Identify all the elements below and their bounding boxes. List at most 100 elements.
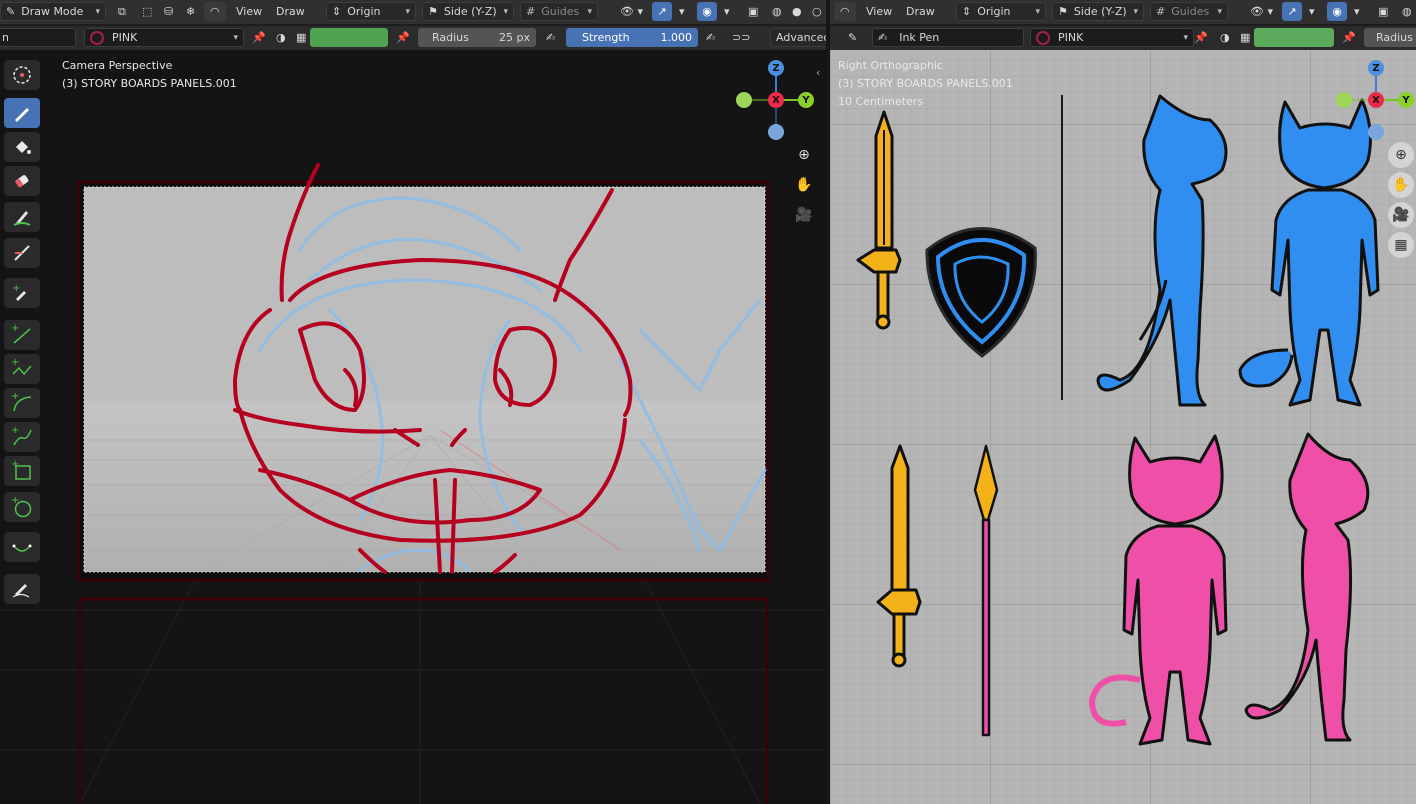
grid-icon[interactable]: ▦ [1388,232,1414,258]
tool-annotate[interactable] [4,574,40,604]
overlay-toggle-icon[interactable]: ◉ [697,2,717,21]
chevron-down-icon[interactable]: ▾ [1348,2,1364,21]
shading-material-icon[interactable]: ○ [806,2,826,21]
gizmo-y-axis[interactable]: Y [1398,92,1414,108]
eyedropper-icon: + [12,283,26,301]
chevron-down-icon[interactable]: ▾ [673,2,689,21]
pencil-icon[interactable]: ✎ [842,28,864,47]
axis-dropdown[interactable]: ⚑ Side (Y-Z) ▾ [422,2,514,21]
axis-dropdown[interactable]: ⚑ Side (Y-Z) ▾ [1052,2,1144,21]
palette-icon[interactable]: ▦ [290,28,308,47]
radius-field[interactable]: Radius [1364,28,1416,47]
tool-circle[interactable]: + [4,492,40,522]
visibility-icon[interactable]: 👁 ▾ [1244,2,1278,21]
gizmo-toggle-icon[interactable]: ↗ [652,2,672,21]
view-name-label: Camera Perspective [62,59,173,72]
guides-dropdown[interactable]: # Guides ▾ [1150,2,1228,21]
navigation-gizmo[interactable]: Z X Y [1332,58,1416,142]
gizmo-x-axis[interactable]: X [1368,92,1384,108]
menu-view[interactable]: View [860,2,900,21]
navigation-gizmo[interactable]: Z X Y [732,58,816,142]
tool-line[interactable]: + [4,320,40,350]
mode-dropdown[interactable]: ✎ Draw Mode ▾ [0,2,106,21]
pin-icon[interactable]: 📌 [1188,28,1208,47]
left-viewport[interactable]: Camera Perspective (3) STORY BOARDS PANE… [0,50,826,804]
radius-field[interactable]: Radius 25 px [418,28,536,47]
gizmo-y-axis[interactable]: Y [798,92,814,108]
tool-cutter[interactable] [4,238,40,268]
tool-interpolate[interactable] [4,532,40,562]
color-mode-icon[interactable]: ◑ [270,28,290,47]
shading-wire-icon[interactable]: ◍ [766,2,786,21]
pivot-dropdown[interactable]: ⇕ Origin ▾ [956,2,1046,21]
shading-solid-icon[interactable]: ● [786,2,806,21]
gizmo-z-axis[interactable]: Z [768,60,784,76]
pin-icon[interactable]: 📌 [1336,28,1356,47]
hand-pan-icon[interactable]: ✋ [1388,172,1414,198]
pressure-icon[interactable]: ✍ [540,28,562,47]
xray-icon[interactable]: ▣ [742,2,764,21]
gizmo-neg-y-axis[interactable] [1336,92,1352,108]
gizmo-neg-z-axis[interactable] [1368,124,1384,140]
stroke-placement-icon[interactable]: ⊃⊃ [726,28,764,47]
right-viewport[interactable]: Right Orthographic (3) STORY BOARDS PANE… [830,50,1416,804]
overlay-toggle-icon[interactable]: ◉ [1327,2,1347,21]
menu-draw[interactable]: Draw [270,2,310,21]
pivot-dropdown[interactable]: ⇕ Origin ▾ [326,2,416,21]
tool-curve[interactable]: + [4,422,40,452]
gizmo-neg-z-axis[interactable] [768,124,784,140]
tool-tint[interactable] [4,202,40,232]
brush-field[interactable]: n [0,28,76,47]
menu-view[interactable]: View [230,2,270,21]
palette-icon[interactable]: ▦ [1234,28,1252,47]
tool-box[interactable]: + [4,456,40,486]
snowflake-icon[interactable]: ❄ [180,2,202,21]
visibility-icon[interactable]: 👁 ▾ [614,2,648,21]
brush-dropdown[interactable]: ✍ Ink Pen [872,28,1024,47]
hand-pan-icon[interactable]: ✋ [791,172,817,198]
pin-icon[interactable]: 📌 [390,28,410,47]
guides-dropdown[interactable]: # Guides ▾ [520,2,598,21]
strength-field[interactable]: Strength 1.000 [566,28,698,47]
menu-draw[interactable]: Draw [900,2,940,21]
camera-icon[interactable]: 🎥 [1388,202,1414,228]
fill-bucket-icon [16,141,31,154]
gizmo-z-axis[interactable]: Z [1368,60,1384,76]
shading-wire-icon[interactable]: ◍ [1396,2,1416,21]
chevron-down-icon[interactable]: ▾ [718,2,734,21]
right-header: ◠ View Draw ⇕ Origin ▾ ⚑ Side (Y-Z) ▾ # … [830,0,1416,24]
advanced-dropdown[interactable]: Advanced [770,28,830,47]
pressure-icon[interactable]: ✍ [700,28,722,47]
gizmo-x-axis[interactable]: X [768,92,784,108]
sidebar-toggle-arrow-icon[interactable]: ‹ [816,66,820,79]
tool-arc[interactable]: + [4,388,40,418]
gizmo-neg-y-axis[interactable] [736,92,752,108]
tool-polyline[interactable]: + [4,354,40,384]
tool-draw[interactable] [4,98,40,128]
tool-cursor[interactable] [4,60,40,90]
gizmo-toggle-icon[interactable]: ↗ [1282,2,1302,21]
zoom-icon[interactable]: ⊕ [1388,142,1414,168]
tool-eyedropper[interactable]: + [4,278,40,308]
tool-fill[interactable] [4,132,40,162]
curves-icon[interactable]: ◠ [834,2,856,21]
chevron-down-icon[interactable]: ▾ [1303,2,1319,21]
color-mode-icon[interactable]: ◑ [1214,28,1234,47]
curves-icon[interactable]: ◠ [204,2,226,21]
pin-icon[interactable]: 📌 [246,28,266,47]
tint-brush-icon [13,211,31,226]
left-viewport-scene [0,163,826,804]
curve-icon: + [11,426,32,446]
svg-text:+: + [11,496,19,506]
material-dropdown[interactable]: PINK ▾ [1030,28,1194,47]
material-dropdown[interactable]: PINK ▾ [84,28,244,47]
color-swatch[interactable] [1254,28,1334,47]
multiframe-icon[interactable]: ⧉ [112,2,134,21]
xray-icon[interactable]: ▣ [1372,2,1394,21]
edit-lines-icon[interactable]: ⬚ [136,2,158,21]
zoom-icon[interactable]: ⊕ [791,142,817,168]
overlay-mesh-icon[interactable]: ⛁ [158,2,180,21]
camera-icon[interactable]: 🎥 [791,202,817,228]
tool-erase[interactable] [4,166,40,196]
color-swatch[interactable] [310,28,388,47]
